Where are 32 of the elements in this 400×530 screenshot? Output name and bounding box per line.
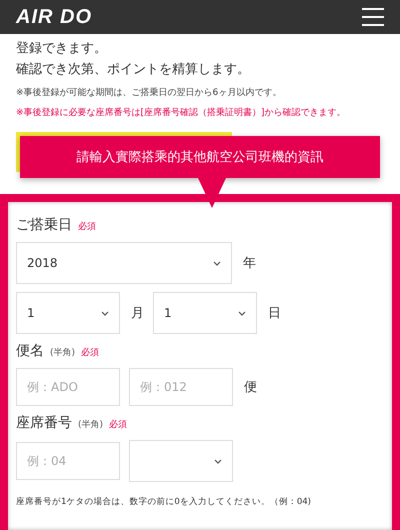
unit-label: 年 (243, 255, 256, 272)
intro-text: 確認でき次第、ポイントを精算します。 (16, 61, 251, 79)
dropdown-value: 1 (27, 306, 35, 320)
required-tag: 必須 (109, 418, 128, 431)
note-text: ※事後登録が可能な期間は、ご搭乗日の翌日から6ヶ月以内です。 (16, 86, 282, 100)
unit-label: 便 (244, 379, 257, 396)
hint-text: (半角) (78, 418, 104, 431)
chevron-icon (238, 310, 246, 316)
note-text: ※事後登録に必要な座席番号は[座席番号確認（搭乗証明書）]から確認できます。 (16, 106, 347, 120)
field-label: ご搭乗日 (16, 216, 72, 234)
field-label: 便名 (16, 342, 44, 360)
chevron-icon (101, 310, 109, 316)
logo: AIR DO (16, 6, 92, 28)
chevron-icon (213, 260, 221, 266)
chevron-icon (214, 458, 222, 464)
required-tag: 必須 (78, 220, 96, 233)
menu-icon[interactable] (362, 8, 384, 26)
input-field[interactable]: 例：ADO (16, 368, 120, 406)
dropdown-value: 1 (164, 306, 172, 320)
required-tag: 必須 (81, 346, 100, 359)
dropdown[interactable]: 2018 (16, 242, 232, 284)
footnote-text: 座席番号が1ケタの場合は、数字の前に0を入力してください。（例：04) (16, 496, 312, 508)
intro-text: 登録できます。 (16, 40, 108, 58)
field-label: 座席番号 (16, 414, 72, 432)
hint-text: (半角) (50, 346, 76, 359)
input-field[interactable]: 例：04 (16, 442, 120, 480)
dropdown-value: 2018 (27, 256, 58, 270)
dropdown[interactable]: 1 (16, 292, 120, 334)
dropdown[interactable]: 1 (153, 292, 257, 334)
unit-label: 月 (131, 305, 144, 322)
unit-label: 日 (268, 305, 281, 322)
input-field[interactable]: 例：012 (129, 368, 233, 406)
